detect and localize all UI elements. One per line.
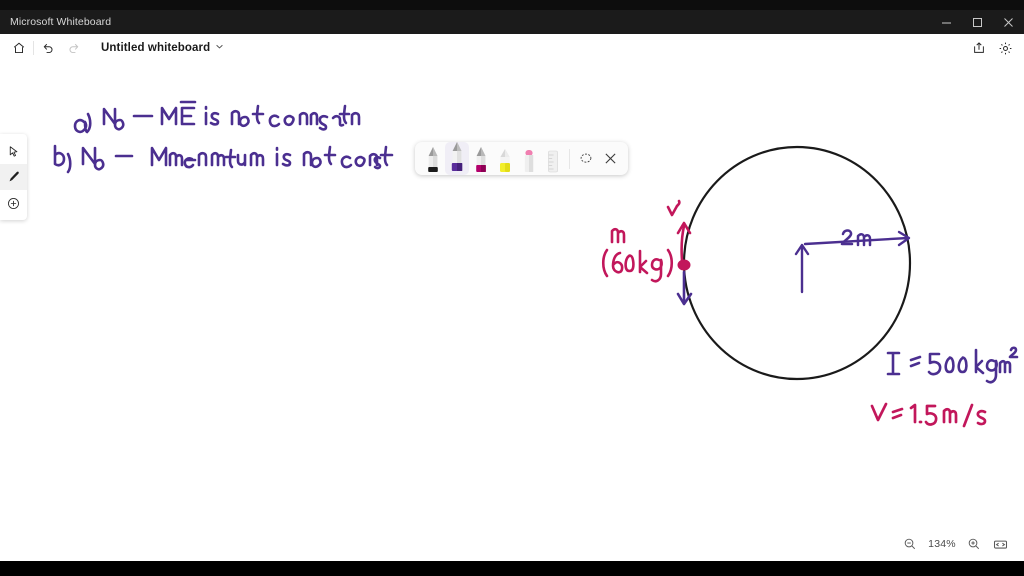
disk-circle [682, 145, 912, 381]
whiteboard-app-window: Microsoft Whiteboard Untitled whiteboard… [0, 0, 1024, 576]
minimize-icon[interactable] [931, 10, 962, 34]
window-title: Microsoft Whiteboard [10, 16, 112, 28]
sidebar-item-select[interactable] [0, 138, 27, 164]
ink-layer [53, 100, 1019, 428]
yellow-highlighter-button[interactable] [493, 142, 517, 175]
radius-label [840, 229, 872, 247]
toolbar-divider [33, 41, 34, 55]
handwriting-answer-b [53, 144, 394, 174]
app-command-bar: Untitled whiteboard [0, 34, 1024, 63]
window-title-bar: Microsoft Whiteboard [0, 0, 1024, 34]
fit-to-screen-icon[interactable] [988, 532, 1012, 556]
whiteboard-canvas[interactable]: 134% [0, 62, 1024, 561]
maximize-icon[interactable] [962, 10, 993, 34]
bottom-letterbox-bar [0, 561, 1024, 576]
zoom-out-icon[interactable] [898, 532, 922, 556]
ink-toolbar-divider [569, 148, 570, 169]
undo-icon[interactable] [35, 35, 61, 61]
black-pen-button[interactable] [421, 142, 445, 175]
app-bar-right-group [966, 35, 1018, 61]
lasso-select-icon[interactable] [574, 142, 598, 175]
home-icon[interactable] [6, 35, 32, 61]
title-bar-top-strip [0, 0, 1024, 10]
speed-annotation [870, 402, 987, 428]
tool-rail [0, 134, 27, 220]
sidebar-item-insert[interactable] [0, 190, 27, 216]
document-title-text: Untitled whiteboard [101, 42, 211, 54]
share-icon[interactable] [966, 35, 992, 61]
window-controls [931, 10, 1024, 34]
handwriting-answer-a [73, 100, 361, 134]
mass-label [601, 227, 674, 283]
ink-toolbar [415, 142, 628, 175]
radius-arrow [794, 230, 911, 294]
inertia-annotation [886, 346, 1019, 384]
zoom-level-label[interactable]: 134% [924, 538, 960, 550]
magenta-pen-button[interactable] [469, 142, 493, 175]
document-title-button[interactable]: Untitled whiteboard [101, 42, 224, 54]
close-icon[interactable] [993, 10, 1024, 34]
chevron-down-icon [215, 42, 224, 54]
sidebar-item-pen[interactable] [0, 164, 27, 190]
zoom-controls: 134% [898, 531, 1012, 557]
mass-dot [677, 259, 691, 271]
redo-icon[interactable] [61, 35, 87, 61]
eraser-button[interactable] [517, 142, 541, 175]
gear-icon[interactable] [992, 35, 1018, 61]
zoom-in-icon[interactable] [962, 532, 986, 556]
close-ink-toolbar-icon[interactable] [598, 142, 622, 175]
purple-pen-button[interactable] [445, 142, 469, 175]
ruler-button[interactable] [541, 142, 565, 175]
velocity-label [666, 199, 681, 217]
